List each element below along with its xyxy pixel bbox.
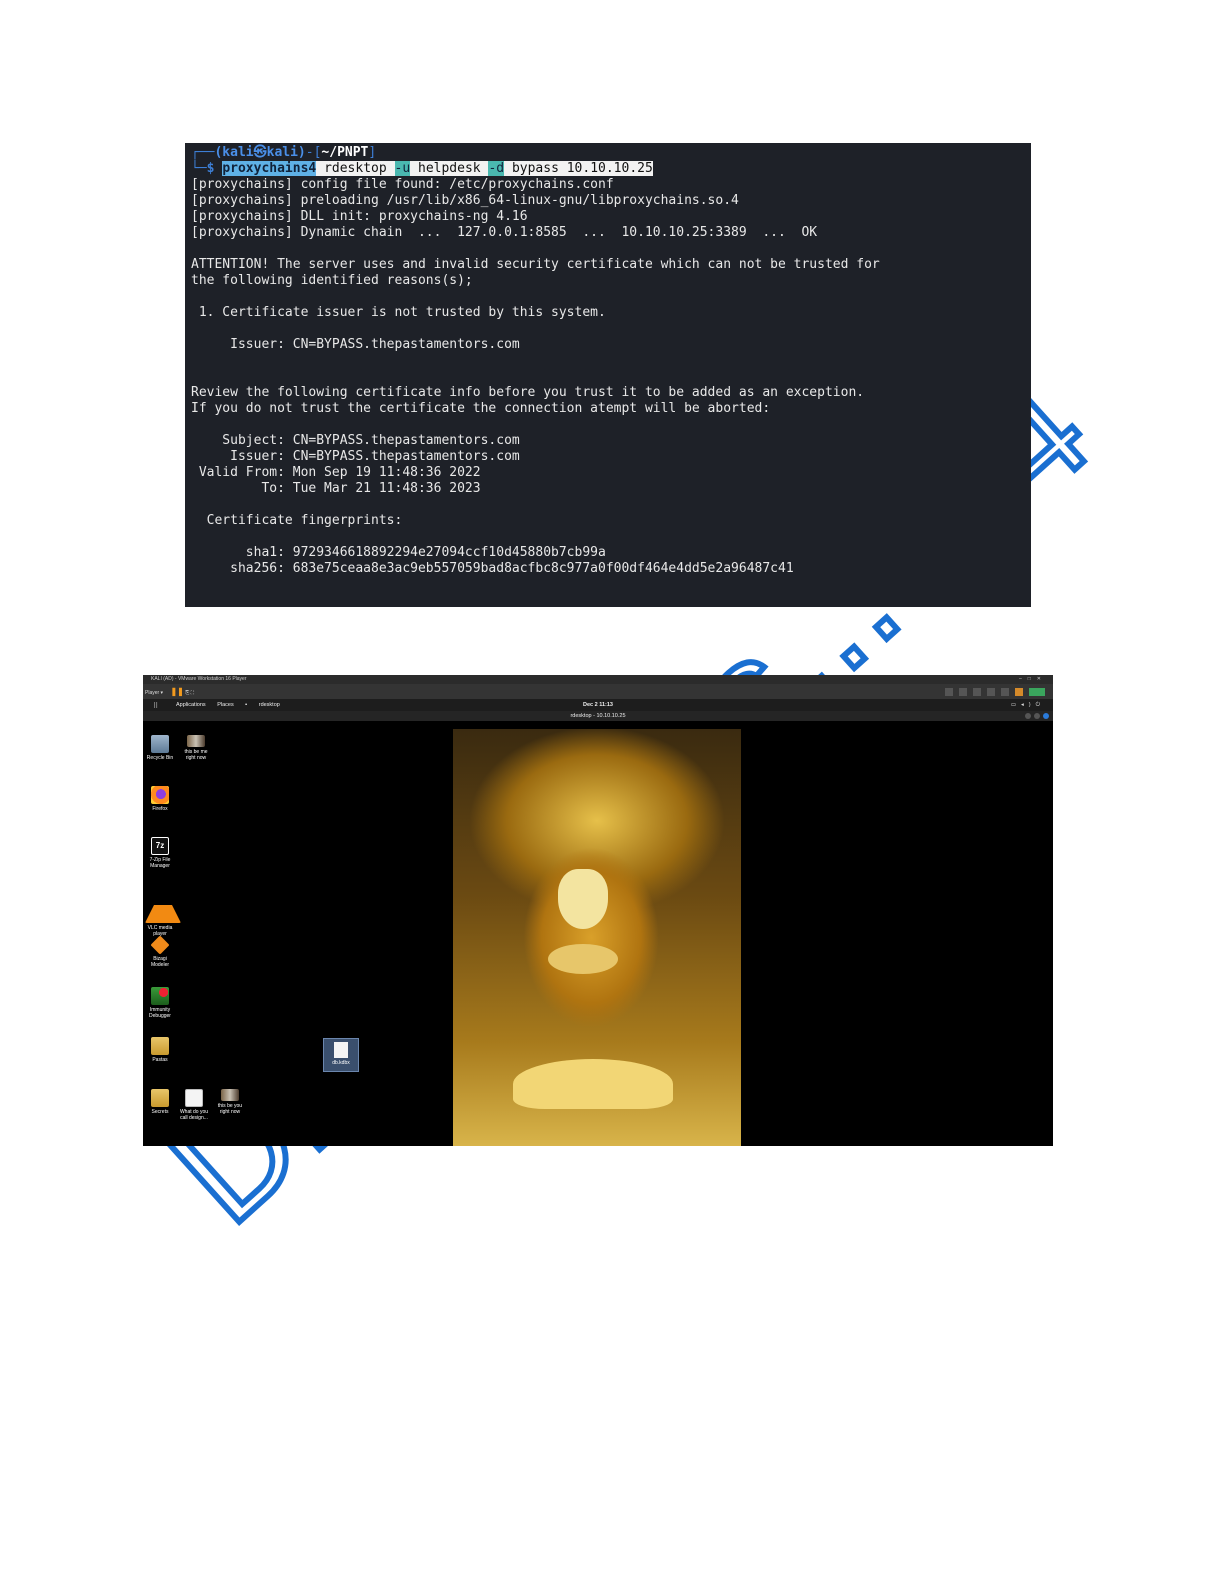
player-menu[interactable]: Player ▾ (145, 690, 163, 696)
output-line: [proxychains] DLL init: proxychains-ng 4… (191, 209, 528, 224)
panel-clock[interactable]: Dec 2 11:13 (143, 699, 1053, 711)
desktop-icon-this-be-me[interactable]: this be me right now (181, 735, 211, 761)
desktop-icon-immunity[interactable]: Immunity Debugger (145, 987, 175, 1019)
prompt-user: (kali㉿kali) (214, 145, 306, 160)
output-line: Review the following certificate info be… (191, 385, 865, 400)
command-flag-u: -u (394, 161, 411, 176)
terminal-screenshot: ┌──(kali㉿kali)-[~/PNPT] └─$ proxychains4… (185, 143, 1031, 607)
wallpaper-image (453, 729, 741, 1146)
output-line: Issuer: CN=BYPASS.thepastamentors.com (191, 449, 520, 464)
bizagi-icon (150, 935, 170, 955)
remote-desktop[interactable]: Recycle Bin this be me right now Firefox… (143, 729, 1053, 1146)
prompt-path: ~/PNPT (321, 145, 369, 160)
vm-titlebar: KALI (AD) - VMware Workstation 16 Player… (143, 675, 1053, 684)
device-status-icons[interactable] (945, 688, 1045, 696)
command-line[interactable]: └─$ proxychains4 rdesktop -u helpdesk -d… (191, 161, 1031, 177)
image-file-icon (187, 735, 205, 747)
folder-icon (151, 1037, 169, 1055)
power-icon[interactable]: ⏻ (1036, 702, 1045, 708)
folder-icon (151, 1089, 169, 1107)
kdbx-file-icon (334, 1042, 348, 1058)
output-line: ATTENTION! The server uses and invalid s… (191, 257, 880, 272)
terminal-output: [proxychains] config file found: /etc/pr… (191, 177, 1031, 577)
rdesktop-window-title: rdesktop - 10.10.10.25 (570, 713, 626, 719)
system-tray: ▭◂)⏻ (1011, 699, 1045, 711)
fullscreen-icon[interactable]: ⛶ (191, 690, 195, 696)
output-line: [proxychains] preloading /usr/lib/x86_64… (191, 193, 739, 208)
rdesktop-titlebar: rdesktop - 10.10.10.25 (143, 711, 1053, 721)
desktop-icon-7zip[interactable]: 7z 7-Zip File Manager (145, 837, 175, 869)
desktop-icon-db-kdbx[interactable]: db.kdbx (323, 1038, 359, 1072)
prompt-header: ┌──(kali㉿kali)-[~/PNPT] (191, 145, 377, 160)
output-line: Issuer: CN=BYPASS.thepastamentors.com (191, 337, 520, 352)
command-user: helpdesk (418, 161, 481, 176)
vmware-window: KALI (AD) - VMware Workstation 16 Player… (143, 675, 1053, 1146)
send-ctrl-alt-del-icon[interactable]: ⎘ (185, 690, 189, 696)
pause-icon[interactable]: ❚❚ (170, 687, 183, 696)
7zip-icon: 7z (151, 837, 169, 855)
output-line: [proxychains] Dynamic chain ... 127.0.0.… (191, 225, 818, 240)
desktop-icon-bizagi[interactable]: Bizagi Modeler (145, 935, 175, 968)
volume-icon[interactable]: ◂) (1021, 702, 1036, 708)
command-program: proxychains4 (222, 161, 317, 176)
display-icon[interactable]: ▭ (1011, 702, 1021, 708)
maximize-icon[interactable]: □ (1028, 676, 1037, 682)
desktop-icon-secrets[interactable]: Secrets (145, 1089, 175, 1115)
output-line: Subject: CN=BYPASS.thepastamentors.com (191, 433, 520, 448)
output-line: Certificate fingerprints: (191, 513, 403, 528)
kali-top-panel: ⠿ Applications Places ▪ rdesktop Dec 2 1… (143, 699, 1053, 711)
output-line: sha256: 683e75ceaa8e3ac9eb557059bad8acfb… (191, 561, 794, 576)
image-file-icon (221, 1089, 239, 1101)
command-target: bypass 10.10.10.25 (511, 161, 653, 176)
vm-window-title: KALI (AD) - VMware Workstation 16 Player (151, 676, 247, 682)
vm-toolbar: Player ▾ ❚❚ ⎘ ⛶ (143, 684, 1053, 699)
window-controls: –□✕ (1019, 675, 1047, 684)
minimize-icon[interactable] (1025, 713, 1031, 719)
firefox-icon (151, 786, 169, 804)
desktop-icon-what-do-you-call[interactable]: What do you call design... (179, 1089, 209, 1121)
output-line: [proxychains] config file found: /etc/pr… (191, 177, 614, 192)
desktop-icon-vlc[interactable]: VLC media player (145, 887, 181, 937)
desktop-icon-this-be-you[interactable]: this be you right now (215, 1089, 245, 1115)
recycle-bin-icon (151, 735, 169, 753)
desktop-icon-firefox[interactable]: Firefox (145, 786, 175, 812)
close-icon[interactable]: ✕ (1037, 676, 1047, 682)
output-line: If you do not trust the certificate the … (191, 401, 771, 416)
minimize-icon[interactable]: – (1019, 676, 1028, 682)
maximize-icon[interactable] (1034, 713, 1040, 719)
immunity-debugger-icon (151, 987, 169, 1005)
text-file-icon (185, 1089, 203, 1107)
command-name: rdesktop (324, 161, 387, 176)
output-line: the following identified reasons(s); (191, 273, 473, 288)
output-line: 1. Certificate issuer is not trusted by … (191, 305, 606, 320)
output-line: To: Tue Mar 21 11:48:36 2023 (191, 481, 481, 496)
output-line: Valid From: Mon Sep 19 11:48:36 2022 (191, 465, 481, 480)
close-icon[interactable] (1043, 713, 1049, 719)
command-flag-d: -d (488, 161, 505, 176)
vlc-icon (145, 887, 181, 923)
desktop-icon-pastas[interactable]: Pastas (145, 1037, 175, 1063)
output-line: sha1: 9729346618892294e27094ccf10d45880b… (191, 545, 606, 560)
desktop-icon-recycle-bin[interactable]: Recycle Bin (145, 735, 175, 761)
